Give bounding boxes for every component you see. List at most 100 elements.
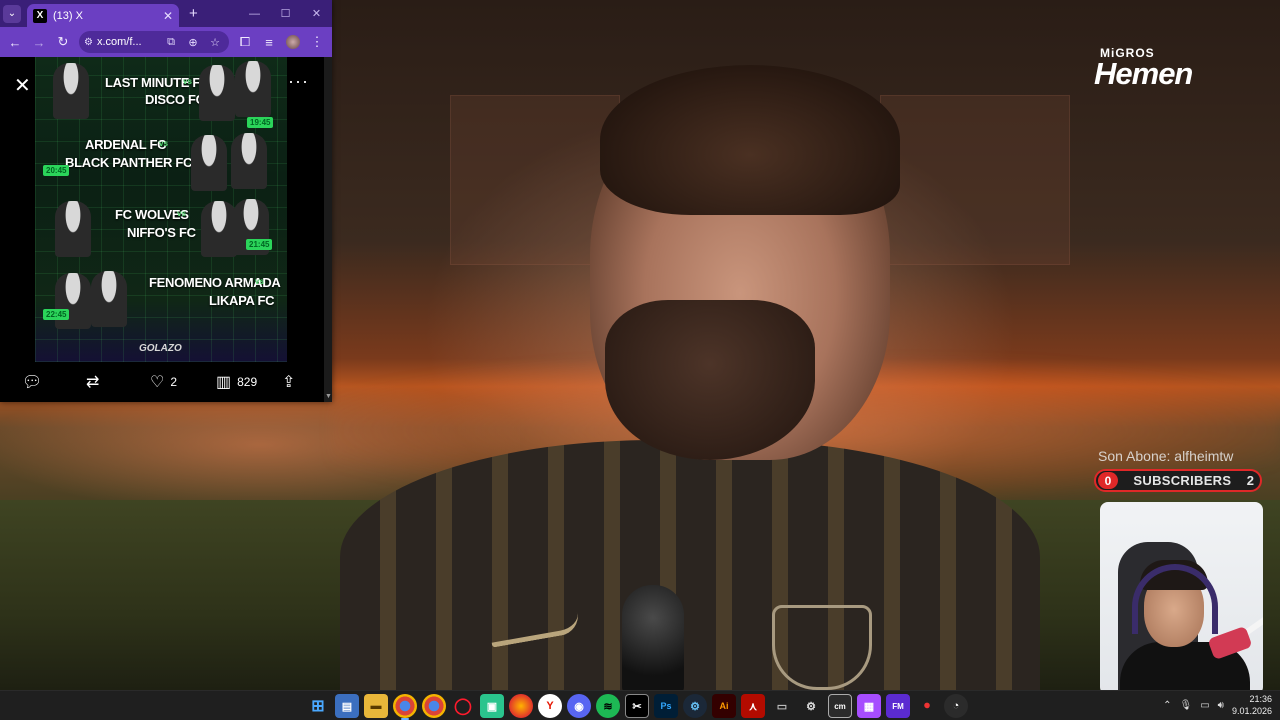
cm-app-icon[interactable]: cm bbox=[828, 694, 852, 718]
acrobat-icon[interactable]: ⋏ bbox=[741, 694, 765, 718]
address-bar[interactable]: ⚙ x.com/f... ⧉ ⊕ ☆ bbox=[79, 31, 229, 53]
discord-icon[interactable]: ◉ bbox=[567, 694, 591, 718]
tab-title: (13) X bbox=[53, 9, 83, 22]
player-photo bbox=[235, 61, 271, 117]
like-count: 2 bbox=[170, 375, 178, 389]
scrollbar[interactable]: ▼ bbox=[324, 57, 332, 402]
microphone bbox=[622, 585, 684, 690]
screen-capture-icon[interactable]: ▭ bbox=[770, 694, 794, 718]
match-away-team: NIFFO'S FC bbox=[127, 225, 196, 240]
clock[interactable]: 21:36 9.01.2026 bbox=[1232, 693, 1272, 717]
match-time: 19:45 bbox=[247, 117, 274, 128]
reload-icon[interactable]: ↻ bbox=[52, 31, 74, 53]
match-row: FENOMENO ARMADA LIKAPA FC vs 22:45 bbox=[41, 265, 281, 333]
close-window-button[interactable]: ✕ bbox=[301, 0, 332, 27]
player-photo bbox=[199, 65, 235, 121]
match-home-team: ARDENAL FC bbox=[85, 137, 167, 152]
browser-tab[interactable]: X (13) X ✕ bbox=[27, 4, 179, 27]
media-viewer: ✕ ··· LAST MINUTE FK DISCO FC vs 19:45 A… bbox=[0, 57, 332, 402]
volume-icon[interactable]: 🔊︎ bbox=[1218, 700, 1224, 711]
maximize-button[interactable]: ☐ bbox=[270, 0, 301, 27]
person-beard bbox=[605, 300, 815, 460]
match-time: 22:45 bbox=[43, 309, 70, 320]
player-photo bbox=[53, 63, 89, 119]
browser-window: ⌄ X (13) X ✕ + — ☐ ✕ ← → ↻ ⚙ x.com/f... … bbox=[0, 0, 332, 402]
illustrator-icon[interactable]: Ai bbox=[712, 694, 736, 718]
player-photo bbox=[91, 271, 127, 327]
system-tray: ⌃ 🎙︎ ▭ 🔊︎ 21:36 9.01.2026 bbox=[1163, 693, 1272, 717]
microphone-tray-icon[interactable]: 🎙︎ bbox=[1179, 700, 1192, 711]
repost-button[interactable]: ⇄ bbox=[86, 372, 99, 392]
media-controls-icon[interactable]: ≡ bbox=[258, 31, 280, 53]
golazo-logo: GOLAZO bbox=[139, 343, 182, 354]
tray-overflow-icon[interactable]: ⌃ bbox=[1163, 700, 1171, 711]
windows-start-icon[interactable]: ⊞ bbox=[306, 694, 330, 718]
tab-close-icon[interactable]: ✕ bbox=[163, 9, 173, 23]
opera-icon[interactable]: ◯ bbox=[451, 694, 475, 718]
url-text: x.com/f... bbox=[96, 36, 142, 48]
yandex-icon[interactable]: Y bbox=[538, 694, 562, 718]
match-away-team: DISCO FC bbox=[145, 92, 205, 107]
reply-button[interactable]: 💬︎ bbox=[22, 372, 42, 392]
spotify-icon[interactable]: ≋ bbox=[596, 694, 620, 718]
like-button[interactable]: ♡ 2 bbox=[150, 372, 177, 392]
profile-avatar[interactable] bbox=[282, 31, 304, 53]
chrome-profile-icon[interactable] bbox=[422, 694, 446, 718]
browser-menu-icon[interactable]: ⋮ bbox=[306, 31, 328, 53]
camera-app-icon[interactable]: ⏺ bbox=[915, 694, 939, 718]
steam-icon[interactable]: ⚙ bbox=[683, 694, 707, 718]
tab-search-icon[interactable]: ⌄ bbox=[3, 4, 21, 23]
views-button[interactable]: ▥ 829 bbox=[216, 372, 257, 392]
background-panel bbox=[880, 95, 1070, 265]
subscriber-label: SUBSCRIBERS bbox=[1133, 473, 1232, 488]
match-home-team: LAST MINUTE FK bbox=[105, 75, 210, 90]
close-icon[interactable]: ✕ bbox=[14, 73, 31, 98]
purple-app-icon[interactable]: ▦ bbox=[857, 694, 881, 718]
post-actions: 💬︎ ⇄ ♡ 2 ▥ 829 ⇪ bbox=[0, 368, 324, 396]
tab-bar: ⌄ X (13) X ✕ + — ☐ ✕ bbox=[0, 0, 332, 27]
subscriber-goal-bar: 0 SUBSCRIBERS 2 bbox=[1094, 469, 1262, 492]
player-photo bbox=[201, 201, 237, 257]
shirt-crest bbox=[772, 605, 872, 690]
match-row: ARDENAL FC BLACK PANTHER FC vs 20:45 bbox=[41, 129, 275, 197]
clock-time: 21:36 bbox=[1249, 694, 1272, 704]
scroll-down-icon[interactable]: ▼ bbox=[325, 393, 332, 400]
file-explorer-icon[interactable]: ▤ bbox=[335, 694, 359, 718]
player-photo bbox=[231, 133, 267, 189]
share-button[interactable]: ⇪ bbox=[282, 372, 295, 392]
install-app-icon[interactable]: ⧉ bbox=[162, 36, 180, 49]
chrome-icon[interactable] bbox=[393, 694, 417, 720]
capcut-icon[interactable]: ✂ bbox=[625, 694, 649, 718]
folder-icon[interactable]: ▬ bbox=[364, 694, 388, 718]
fixture-poster-image[interactable]: LAST MINUTE FK DISCO FC vs 19:45 ARDENAL… bbox=[35, 57, 287, 362]
vs-label: vs bbox=[183, 77, 192, 86]
avatar bbox=[286, 35, 300, 49]
minimize-button[interactable]: — bbox=[239, 0, 270, 27]
zoom-icon[interactable]: ⊕ bbox=[184, 36, 202, 49]
more-options-icon[interactable]: ··· bbox=[288, 71, 309, 92]
new-tab-button[interactable]: + bbox=[189, 5, 198, 22]
match-row: FC WOLVES NIFFO'S FC vs 21:45 bbox=[41, 197, 275, 265]
firefox-icon[interactable] bbox=[509, 694, 533, 718]
brand-logo: MiGROS Hemen bbox=[1094, 46, 1193, 89]
bookmark-star-icon[interactable]: ☆ bbox=[206, 36, 224, 49]
heart-icon: ♡ bbox=[150, 374, 165, 391]
repost-icon: ⇄ bbox=[86, 374, 100, 391]
fm-app-icon[interactable]: FM bbox=[886, 694, 910, 718]
clock-date: 9.01.2026 bbox=[1231, 706, 1272, 716]
extensions-icon[interactable]: ⧠ bbox=[234, 31, 256, 53]
webcam-overlay bbox=[1100, 502, 1263, 695]
app-icon[interactable]: ▣ bbox=[480, 694, 504, 718]
obs-icon[interactable]: ◔ bbox=[944, 694, 968, 718]
person-hair bbox=[600, 65, 900, 215]
settings-icon[interactable]: ⚙ bbox=[799, 694, 823, 718]
match-away-team: BLACK PANTHER FC bbox=[65, 155, 193, 170]
x-favicon-icon: X bbox=[33, 8, 47, 23]
display-tray-icon[interactable]: ▭ bbox=[1200, 700, 1209, 711]
vs-label: vs bbox=[159, 139, 168, 148]
match-away-team: LIKAPA FC bbox=[209, 293, 275, 308]
back-icon[interactable]: ← bbox=[4, 31, 26, 53]
site-info-icon[interactable]: ⚙ bbox=[84, 37, 93, 48]
photoshop-icon[interactable]: Ps bbox=[654, 694, 678, 718]
forward-icon[interactable]: → bbox=[28, 31, 50, 53]
